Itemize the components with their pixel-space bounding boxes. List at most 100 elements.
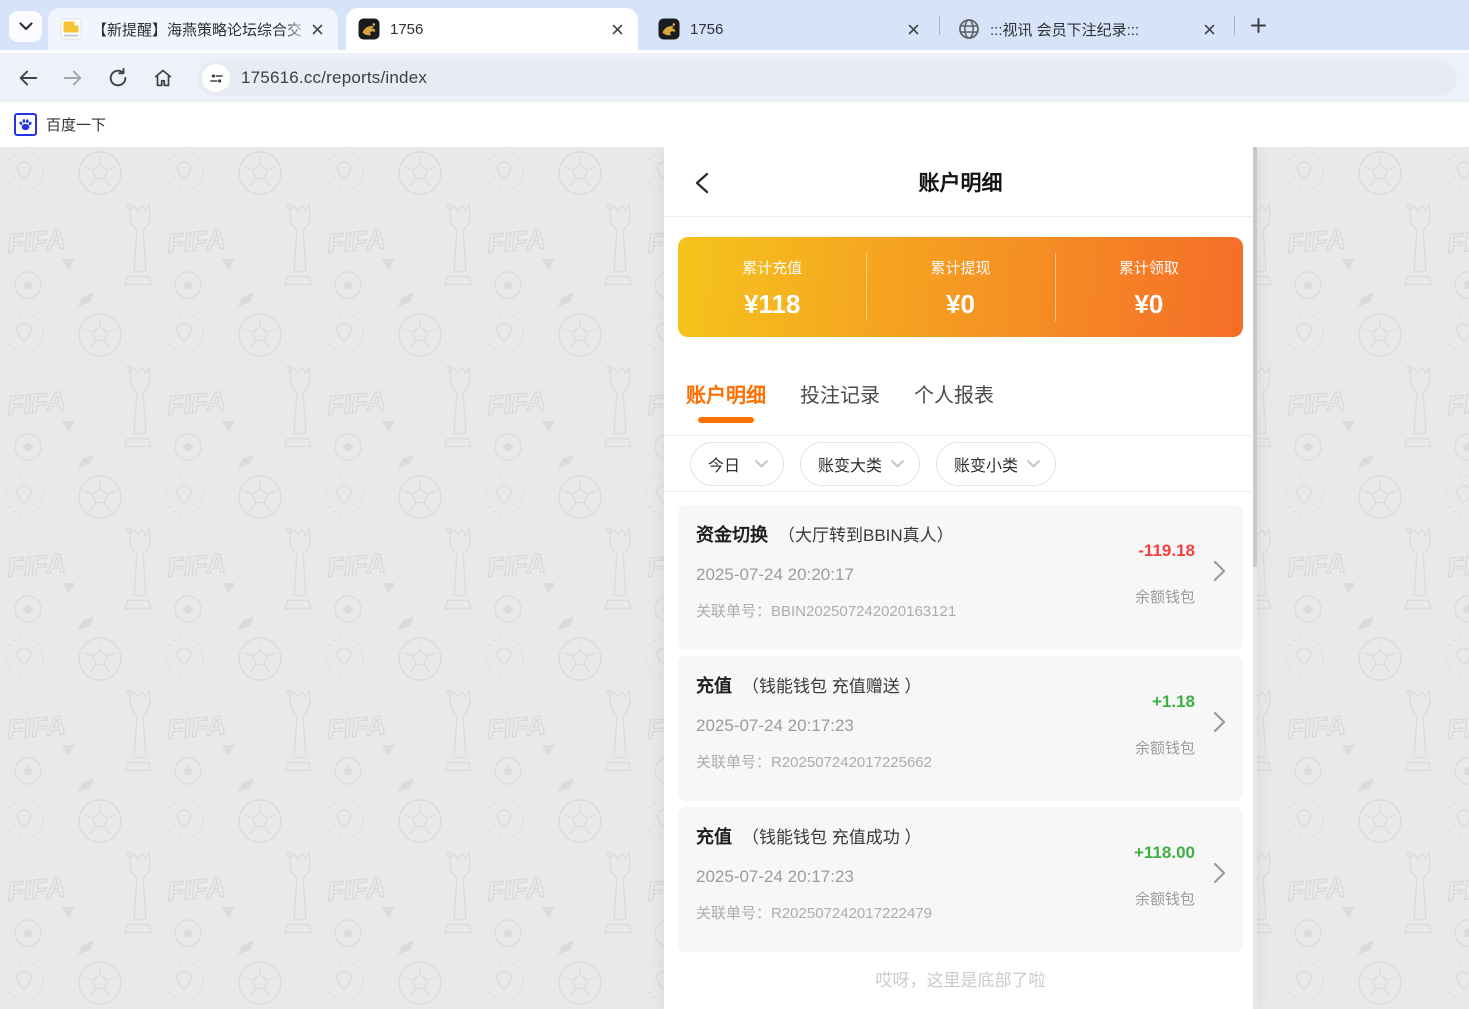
transaction-detail: （大厅转到BBIN真人） — [778, 521, 954, 546]
tab-forum[interactable]: 【新提醒】海燕策略论坛综合交 — [48, 8, 338, 50]
account-detail-panel: 账户明细 累计充值 ¥118 累计提现 ¥0 累计领取 ¥0 — [664, 147, 1257, 1009]
transaction-amount: +1.18 — [1152, 692, 1195, 712]
summary-divider — [1055, 253, 1056, 321]
tab-video-records[interactable]: :::视讯 会员下注纪录::: — [946, 8, 1230, 50]
globe-icon — [958, 18, 980, 40]
transaction-row[interactable]: 充值 （钱能钱包 充值成功 ） 2025-07-24 20:17:23 关联单号… — [678, 807, 1243, 952]
tab-title: 1756 — [390, 21, 606, 38]
home-icon — [152, 67, 174, 89]
summary-divider — [866, 253, 867, 321]
reload-icon — [107, 67, 129, 89]
close-icon — [1204, 24, 1215, 35]
tab-strip: 【新提醒】海燕策略论坛综合交 1756 1756 — [0, 0, 1469, 50]
browser-window: 【新提醒】海燕策略论坛综合交 1756 1756 — [0, 0, 1469, 1009]
tab-close-button[interactable] — [902, 18, 924, 40]
close-icon — [612, 24, 623, 35]
transaction-row[interactable]: 资金切换 （大厅转到BBIN真人） 2025-07-24 20:20:17 关联… — [678, 505, 1243, 650]
home-button[interactable] — [151, 66, 175, 90]
panel-header: 账户明细 — [664, 147, 1257, 217]
forward-arrow-icon — [62, 67, 84, 89]
filter-major-category-dropdown[interactable]: 账变大类 — [800, 442, 920, 486]
transaction-detail: （钱能钱包 充值赠送 ） — [742, 672, 921, 697]
summary-label: 累计领取 — [1119, 257, 1179, 278]
tab-bet-records[interactable]: 投注记录 — [800, 362, 880, 435]
tab-separator — [1234, 16, 1235, 35]
filter-label: 账变小类 — [954, 452, 1018, 476]
filter-date-dropdown[interactable]: 今日 — [690, 442, 784, 486]
tab-personal-report[interactable]: 个人报表 — [914, 362, 994, 435]
summary-value: ¥118 — [744, 289, 800, 320]
gold-dragon-icon — [658, 18, 680, 40]
back-button[interactable] — [16, 66, 40, 90]
chevron-down-icon — [890, 459, 905, 469]
address-bar[interactable]: 175616.cc/reports/index — [197, 60, 1457, 96]
tab-title-fade — [284, 16, 310, 42]
chevron-down-icon — [754, 459, 769, 469]
site-settings-icon — [209, 71, 224, 86]
bookmark-baidu[interactable]: 百度一下 — [14, 113, 106, 136]
bookmark-label: 百度一下 — [46, 114, 106, 135]
filter-row: 今日 账变大类 账变小类 — [664, 436, 1257, 492]
summary-total-deposit: 累计充值 ¥118 — [678, 237, 866, 337]
tab-close-button[interactable] — [606, 18, 628, 40]
tab-title: :::视讯 会员下注纪录::: — [990, 19, 1198, 40]
tab-1756-active[interactable]: 1756 — [346, 8, 638, 50]
chevron-right-icon — [1213, 710, 1227, 734]
section-tabs: 账户明细 投注记录 个人报表 — [664, 362, 1257, 436]
tab-account-detail[interactable]: 账户明细 — [686, 362, 766, 435]
summary-label: 累计充值 — [742, 257, 802, 278]
transaction-wallet: 余额钱包 — [1135, 586, 1195, 607]
summary-label: 累计提现 — [930, 257, 990, 278]
chevron-down-icon — [19, 22, 33, 31]
page-content: FIFA 账户明细 累计充值 ¥118 累计提现 — [0, 147, 1469, 1009]
tab-separator — [939, 16, 940, 35]
scrollbar-thumb[interactable] — [1253, 147, 1257, 567]
chevron-right-icon — [1213, 861, 1227, 885]
transaction-type: 充值 — [696, 823, 732, 849]
tab-label: 账户明细 — [686, 385, 766, 407]
forward-button[interactable] — [61, 66, 85, 90]
filter-label: 账变大类 — [818, 452, 882, 476]
transaction-datetime: 2025-07-24 20:17:23 — [696, 867, 1243, 887]
back-arrow-icon — [17, 67, 39, 89]
site-info-button[interactable] — [202, 64, 230, 92]
tab-close-button[interactable] — [1198, 18, 1220, 40]
close-icon — [312, 24, 323, 35]
panel-scrollbar[interactable] — [1253, 147, 1257, 1009]
navigation-toolbar: 175616.cc/reports/index — [0, 50, 1469, 102]
transaction-type: 充值 — [696, 672, 732, 698]
transaction-type: 资金切换 — [696, 521, 768, 547]
chevron-right-icon — [1213, 559, 1227, 583]
baidu-paw-icon — [14, 113, 37, 136]
tab-title: 【新提醒】海燕策略论坛综合交 — [92, 19, 306, 40]
transaction-wallet: 余额钱包 — [1135, 888, 1195, 909]
filter-label: 今日 — [708, 452, 740, 476]
tab-1756[interactable]: 1756 — [646, 8, 934, 50]
summary-total-claim: 累计领取 ¥0 — [1055, 237, 1243, 337]
end-of-list-text: 哎呀，这里是底部了啦 — [664, 966, 1257, 991]
summary-value: ¥0 — [1134, 289, 1163, 320]
filter-minor-category-dropdown[interactable]: 账变小类 — [936, 442, 1056, 486]
new-tab-button[interactable] — [1244, 11, 1273, 40]
transaction-detail: （钱能钱包 充值成功 ） — [742, 823, 921, 848]
bookmarks-bar: 百度一下 — [0, 102, 1469, 147]
reload-button[interactable] — [106, 66, 130, 90]
transaction-datetime: 2025-07-24 20:17:23 — [696, 716, 1243, 736]
transaction-amount: +118.00 — [1134, 843, 1195, 863]
transaction-row[interactable]: 充值 （钱能钱包 充值赠送 ） 2025-07-24 20:17:23 关联单号… — [678, 656, 1243, 801]
tab-label: 个人报表 — [914, 385, 994, 407]
url-text[interactable]: 175616.cc/reports/index — [241, 68, 427, 88]
transaction-amount: -119.18 — [1138, 541, 1195, 561]
tab-title: 1756 — [690, 21, 902, 38]
tab-search-button[interactable] — [9, 11, 42, 42]
active-tab-underline — [698, 417, 754, 423]
transaction-wallet: 余额钱包 — [1135, 737, 1195, 758]
summary-total-withdraw: 累计提现 ¥0 — [866, 237, 1054, 337]
close-icon — [908, 24, 919, 35]
summary-value: ¥0 — [946, 289, 975, 320]
forum-icon — [60, 18, 82, 40]
chevron-down-icon — [1026, 459, 1041, 469]
transaction-list: 资金切换 （大厅转到BBIN真人） 2025-07-24 20:20:17 关联… — [664, 492, 1257, 952]
tab-label: 投注记录 — [800, 385, 880, 407]
gold-dragon-icon — [358, 18, 380, 40]
